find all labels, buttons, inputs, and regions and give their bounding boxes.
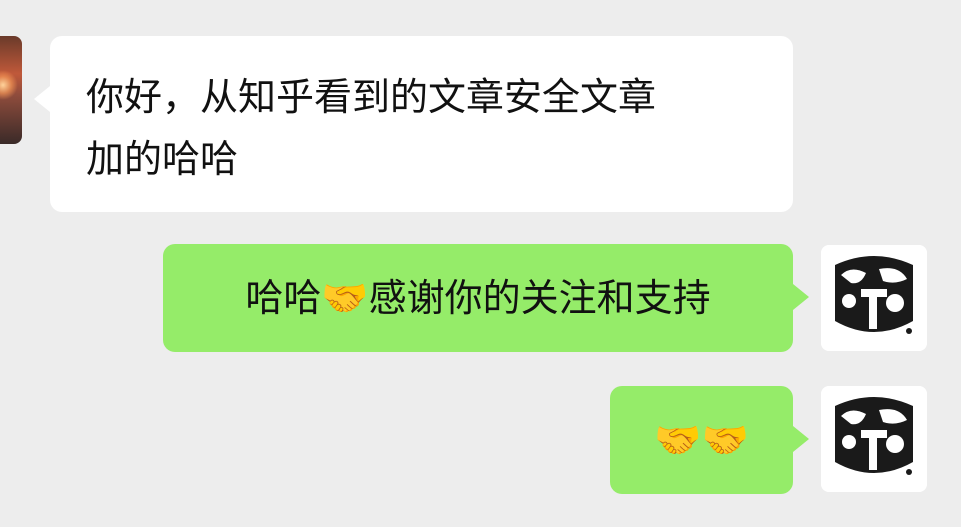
message-text-line: 你好，从知乎看到的文章安全文章 <box>86 75 657 119</box>
my-avatar[interactable] <box>821 386 927 492</box>
handshake-icon: 🤝 <box>321 276 369 320</box>
my-avatar[interactable] <box>821 245 927 351</box>
contact-avatar[interactable] <box>0 36 22 144</box>
outgoing-message-bubble[interactable]: 哈哈 🤝 感谢你的关注和支持 <box>163 244 809 352</box>
message-text: 哈哈 <box>245 276 322 320</box>
avatar-image <box>821 386 927 492</box>
avatar-image <box>821 245 927 351</box>
handshake-icon: 🤝 <box>654 418 702 462</box>
incoming-message-bubble[interactable]: 你好，从知乎看到的文章安全文章 加的哈哈 <box>34 36 793 212</box>
chat-view: 你好，从知乎看到的文章安全文章 加的哈哈 哈哈 🤝 感谢你的关注和支持 🤝 🤝 <box>0 0 961 527</box>
message-text-line: 加的哈哈 <box>86 137 239 181</box>
avatar-image <box>0 70 18 100</box>
handshake-icon: 🤝 <box>701 418 749 462</box>
message-text: 感谢你的关注和支持 <box>368 276 711 320</box>
outgoing-message-bubble[interactable]: 🤝 🤝 <box>610 386 809 494</box>
